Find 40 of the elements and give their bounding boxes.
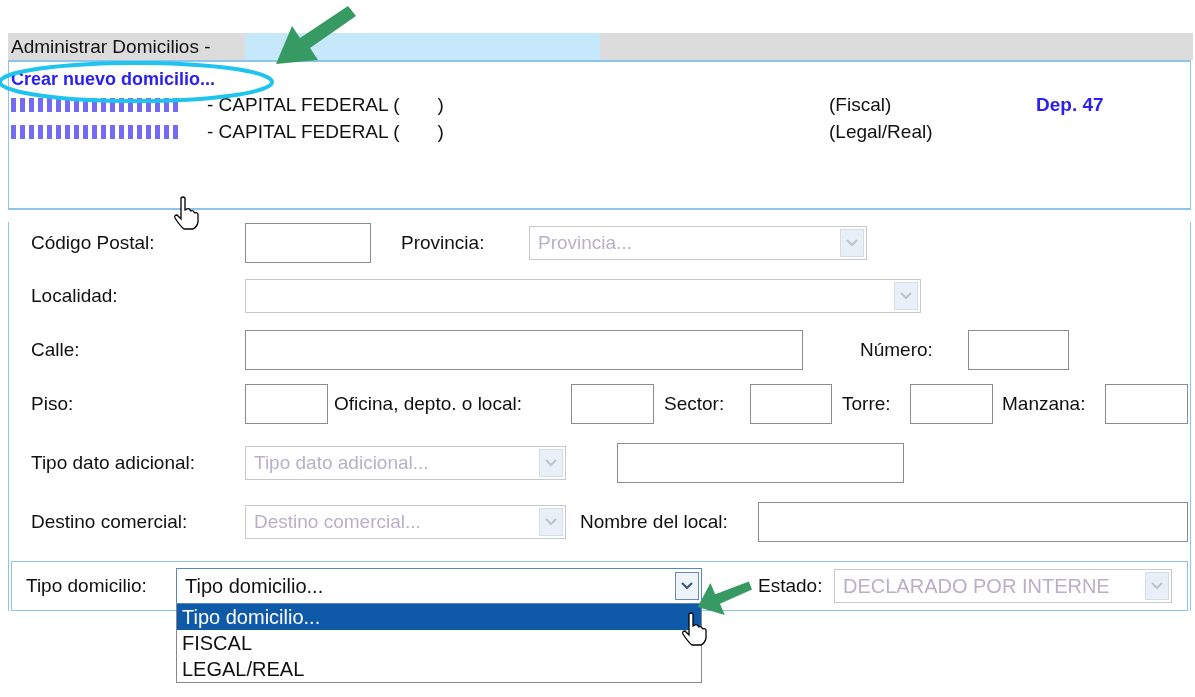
field-label: Nombre del local: [580,511,729,533]
input-field[interactable] [1105,384,1188,424]
address-text: - CAPITAL FEDERAL ( ) [207,120,445,143]
chevron-down-icon [680,581,694,591]
dropdown-option[interactable]: LEGAL/REAL [177,656,701,682]
field-label: Estado: [758,575,824,597]
input-field[interactable] [750,384,832,424]
chevron-down-icon [899,291,913,301]
field-label: Piso: [31,393,75,415]
field-label: Provincia: [401,232,486,254]
address-type: (Legal/Real) [829,120,934,143]
input-field[interactable] [617,443,904,483]
chevron-down-icon [544,458,558,468]
chevron-down-icon [544,517,558,527]
hand-cursor-icon [172,196,200,230]
field-label: Tipo dato adicional: [31,452,197,474]
window-title: Administrar Domicilios - [10,35,212,58]
input-field[interactable] [245,384,328,424]
field-label: Localidad: [31,285,119,307]
field-label: Oficina, depto. o local: [334,393,523,415]
input-field[interactable] [968,330,1069,370]
field-label: Código Postal: [31,232,156,254]
field-label: Sector: [664,393,726,415]
input-field[interactable] [758,502,1188,542]
address-type: (Fiscal) [829,93,893,116]
field-label: Número: [860,339,934,361]
field-label: Manzana: [1002,393,1087,415]
input-field[interactable] [245,330,803,370]
address-text: - CAPITAL FEDERAL ( ) [207,93,445,116]
chevron-down-icon [845,238,859,248]
field-label: Tipo domicilio: [26,575,148,597]
dropdown-option[interactable]: Tipo domicilio... [177,604,701,630]
input-field[interactable] [571,384,654,424]
field-label: Destino comercial: [31,511,189,533]
field-label: Calle: [31,339,81,361]
department-link[interactable]: Dep. 47 [1036,93,1104,116]
input-field[interactable] [245,223,371,263]
input-field[interactable] [910,384,993,424]
chevron-down-icon [1150,581,1164,591]
field-label: Torre: [842,393,892,415]
